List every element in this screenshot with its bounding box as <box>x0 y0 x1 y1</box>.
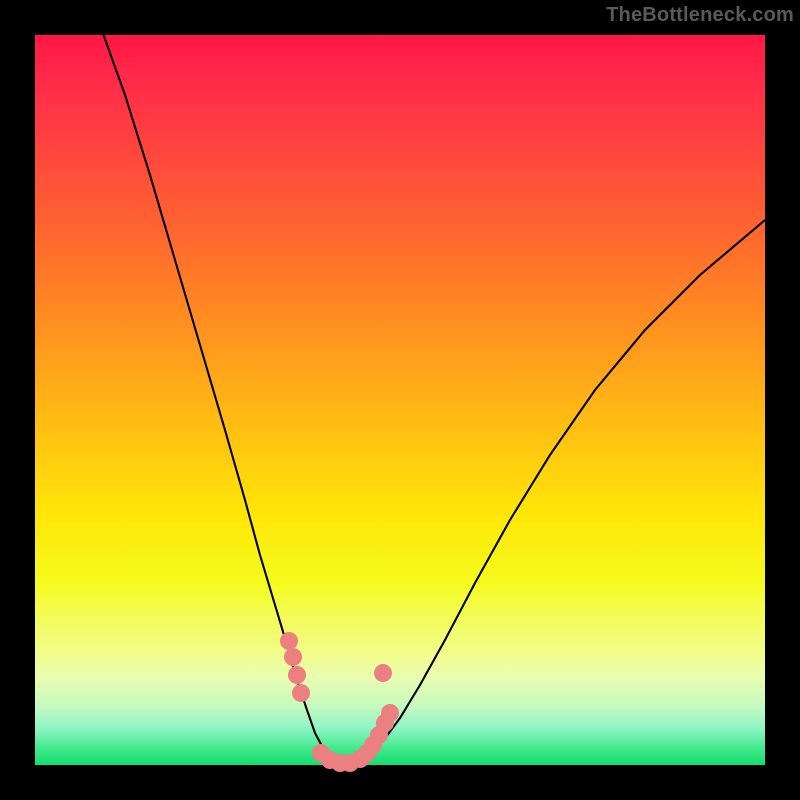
data-dot <box>381 704 399 722</box>
data-dot <box>374 664 392 682</box>
chart-frame: TheBottleneck.com <box>0 0 800 800</box>
chart-svg <box>35 35 765 765</box>
data-dot <box>288 666 306 684</box>
data-dots <box>280 632 399 772</box>
response-curve-left <box>100 25 347 764</box>
data-dot <box>280 632 298 650</box>
watermark-text: TheBottleneck.com <box>606 4 794 27</box>
response-curve-right <box>347 220 765 764</box>
data-dot <box>292 684 310 702</box>
data-dot <box>284 648 302 666</box>
